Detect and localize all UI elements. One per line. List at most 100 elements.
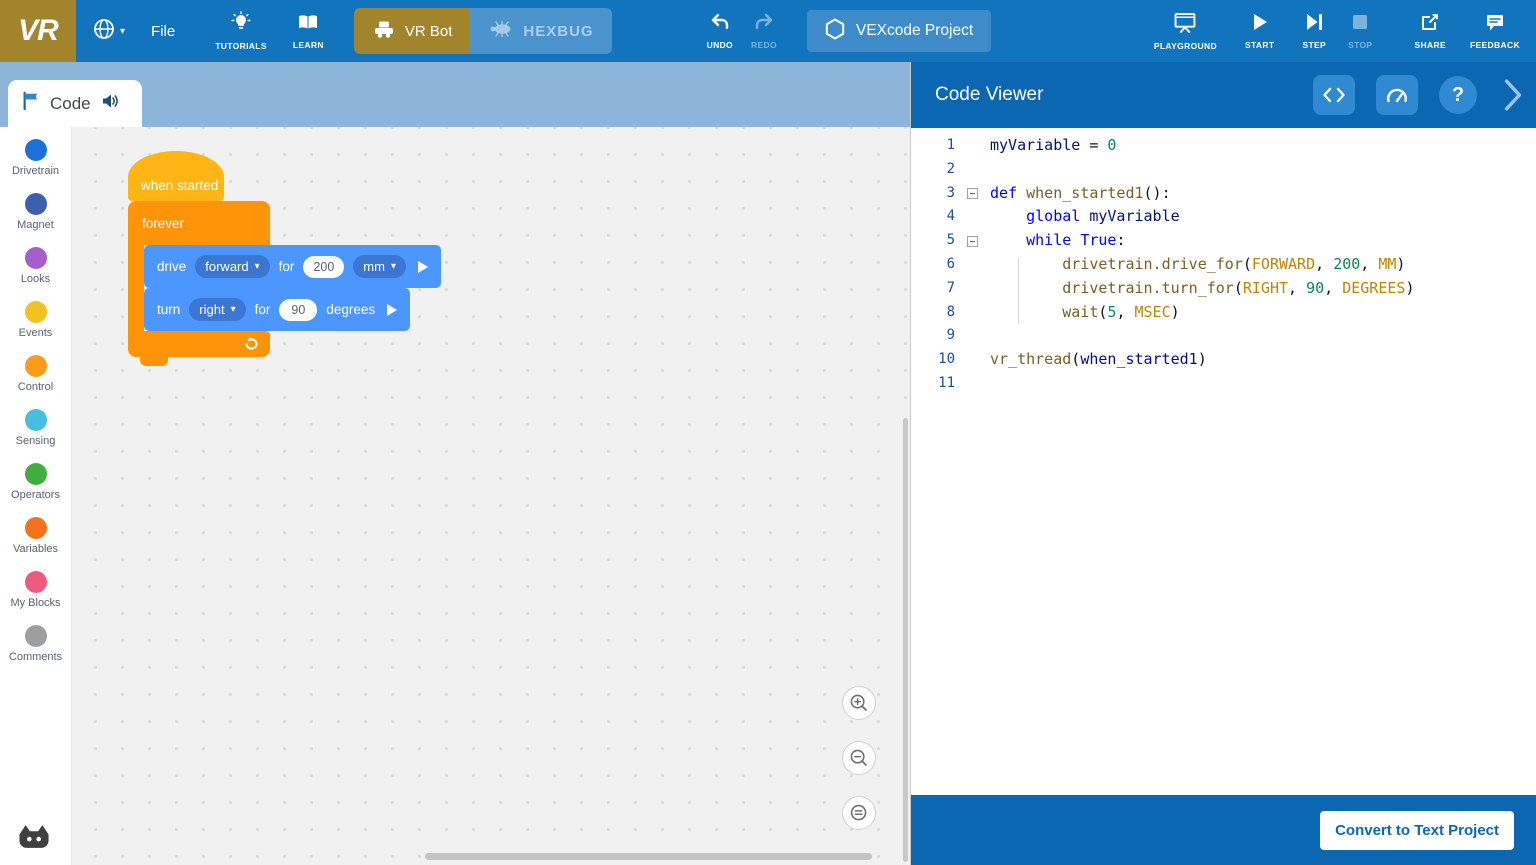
playground-button[interactable]: PLAYGROUND <box>1154 12 1217 51</box>
forever-block-bottom[interactable] <box>128 331 270 357</box>
vertical-scrollbar[interactable] <box>903 418 908 862</box>
palette-category-comments[interactable]: Comments <box>0 625 71 663</box>
category-label: Events <box>19 327 53 339</box>
palette-category-drivetrain[interactable]: Drivetrain <box>0 139 71 177</box>
speaker-icon[interactable] <box>100 91 120 116</box>
convert-to-text-project-button[interactable]: Convert to Text Project <box>1320 811 1514 850</box>
code-line-11: 11 <box>911 372 1536 396</box>
feedback-button[interactable]: FEEDBACK <box>1470 12 1520 50</box>
palette-category-my-blocks[interactable]: My Blocks <box>0 571 71 609</box>
category-label: Variables <box>13 543 58 555</box>
palette-category-events[interactable]: Events <box>0 301 71 339</box>
fold-collapse-button[interactable] <box>967 236 978 247</box>
vr-bot-tab[interactable]: VR Bot <box>354 8 471 54</box>
undo-button[interactable]: UNDO <box>707 12 733 50</box>
forever-block-arm[interactable] <box>128 245 144 331</box>
top-toolbar: VR ▾ File TUTORIALS LEARN <box>0 0 1536 62</box>
forever-block-tail[interactable] <box>140 357 168 366</box>
project-name-button[interactable]: VEXcode Project <box>807 10 991 52</box>
share-icon <box>1420 12 1440 37</box>
drive-unit-value: mm <box>363 259 385 274</box>
indent-guide <box>1018 258 1019 324</box>
code-view-toggle-button[interactable] <box>1313 75 1355 115</box>
code-text: drivetrain.drive_for(FORWARD, 200, MM) <box>990 253 1405 277</box>
when-started-block[interactable]: when started <box>128 151 224 201</box>
globe-icon <box>92 17 116 46</box>
book-icon <box>297 12 319 37</box>
bug-icon <box>488 20 514 42</box>
tutorials-button[interactable]: TUTORIALS <box>215 11 267 51</box>
code-lines: 1myVariable = 023def when_started1():4 g… <box>911 134 1536 396</box>
start-label: START <box>1245 40 1274 50</box>
palette-category-variables[interactable]: Variables <box>0 517 71 555</box>
turn-direction-dropdown[interactable]: right ▾ <box>189 298 245 321</box>
vexcode-vr-app: VR ▾ File TUTORIALS LEARN <box>0 0 1536 865</box>
share-button[interactable]: SHARE <box>1414 12 1446 50</box>
line-number: 11 <box>911 372 955 396</box>
category-dot <box>25 409 47 431</box>
redo-button[interactable]: REDO <box>751 12 777 50</box>
category-dot <box>25 139 47 161</box>
turn-for-label: for <box>255 302 271 317</box>
fold-column <box>955 134 990 158</box>
turn-angle-input[interactable]: 90 <box>279 299 317 321</box>
zoom-out-button[interactable] <box>842 741 876 775</box>
palette-category-operators[interactable]: Operators <box>0 463 71 501</box>
drive-distance-input[interactable]: 200 <box>303 256 344 278</box>
fold-column <box>955 277 990 301</box>
forever-block[interactable]: forever <box>128 201 270 245</box>
run-block-play-icon[interactable] <box>418 261 428 273</box>
fold-column <box>955 301 990 325</box>
fold-column <box>955 158 990 182</box>
palette-category-looks[interactable]: Looks <box>0 247 71 285</box>
workspace-header-band: Code <box>0 62 911 127</box>
code-text: def when_started1(): <box>990 182 1171 206</box>
robot-icon <box>372 20 396 42</box>
line-number: 4 <box>911 205 955 229</box>
horizontal-scrollbar[interactable] <box>425 853 872 860</box>
workspace-region: Code Drivetrain Magnet Looks Events Control S… <box>0 62 911 865</box>
palette-category-control[interactable]: Control <box>0 355 71 393</box>
stop-button[interactable]: STOP <box>1348 12 1372 50</box>
robot-face-icon[interactable] <box>16 823 52 855</box>
drive-verb-label: drive <box>157 259 186 274</box>
code-editor[interactable]: 1myVariable = 023def when_started1():4 g… <box>911 128 1536 795</box>
step-button[interactable]: STEP <box>1302 12 1326 50</box>
zoom-in-button[interactable] <box>842 686 876 720</box>
language-menu-button[interactable]: ▾ <box>92 17 125 46</box>
code-text: myVariable = 0 <box>990 134 1116 158</box>
drive-direction-dropdown[interactable]: forward ▾ <box>195 255 269 278</box>
fold-collapse-button[interactable] <box>967 188 978 199</box>
drive-block[interactable]: drive forward ▾ for 200 mm ▾ <box>144 245 441 288</box>
palette-category-sensing[interactable]: Sensing <box>0 409 71 447</box>
playground-label: PLAYGROUND <box>1154 41 1217 51</box>
fold-column <box>955 229 990 253</box>
help-button[interactable]: ? <box>1439 76 1477 114</box>
category-label: Operators <box>11 489 60 501</box>
block-palette-sidebar: Drivetrain Magnet Looks Events Control Sensin… <box>0 127 72 865</box>
hexbug-tab[interactable]: HEXBUG <box>470 8 611 54</box>
redo-icon <box>754 12 774 37</box>
turn-block[interactable]: turn right ▾ for 90 degrees <box>144 288 410 331</box>
code-tab[interactable]: Code <box>8 80 142 127</box>
start-button[interactable]: START <box>1245 12 1274 50</box>
code-line-7: 7 drivetrain.turn_for(RIGHT, 90, DEGREES… <box>911 277 1536 301</box>
zoom-reset-button[interactable] <box>842 796 876 830</box>
category-dot <box>25 571 47 593</box>
line-number: 3 <box>911 182 955 206</box>
vr-logo[interactable]: VR <box>0 0 76 62</box>
category-label: Comments <box>9 651 62 663</box>
drive-unit-dropdown[interactable]: mm ▾ <box>353 255 406 278</box>
category-label: Drivetrain <box>12 165 59 177</box>
dashboard-gauge-button[interactable] <box>1376 75 1418 115</box>
when-started-label: when started <box>141 178 218 193</box>
fold-column <box>955 372 990 396</box>
block-canvas[interactable]: when started forever drive for <box>72 127 911 865</box>
collapse-panel-chevron[interactable] <box>1502 78 1524 112</box>
learn-button[interactable]: LEARN <box>293 12 324 50</box>
palette-category-magnet[interactable]: Magnet <box>0 193 71 231</box>
code-line-6: 6 drivetrain.drive_for(FORWARD, 200, MM) <box>911 253 1536 277</box>
file-menu[interactable]: File <box>151 23 175 40</box>
run-block-play-icon[interactable] <box>387 304 397 316</box>
play-icon <box>1250 12 1270 37</box>
